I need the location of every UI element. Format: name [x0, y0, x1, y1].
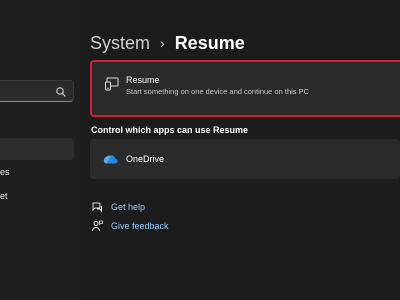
give-feedback-link[interactable]: Give feedback	[91, 219, 169, 233]
get-help-link[interactable]: Get help	[91, 200, 145, 214]
breadcrumb-separator: ›	[160, 35, 165, 51]
get-help-label[interactable]: Get help	[111, 202, 145, 212]
resume-devices-icon	[105, 77, 119, 91]
app-name: OneDrive	[126, 154, 165, 164]
onedrive-cloud-icon	[103, 155, 118, 164]
sidebar-item-partial-1[interactable]: es	[0, 167, 10, 177]
search-input[interactable]	[0, 80, 74, 102]
give-feedback-label[interactable]: Give feedback	[111, 221, 169, 231]
breadcrumb: System › Resume	[90, 32, 245, 54]
resume-setting-description: Start something on one device and contin…	[126, 87, 310, 96]
resume-setting-title: Resume	[126, 75, 160, 85]
page-title: Resume	[174, 32, 245, 53]
apps-section-heading: Control which apps can use Resume	[91, 125, 249, 135]
search-icon	[56, 87, 66, 97]
sidebar-item-selected[interactable]	[0, 138, 74, 160]
help-chat-icon	[92, 202, 102, 213]
feedback-person-icon	[92, 220, 103, 232]
sidebar-item-partial-2[interactable]: et	[0, 191, 8, 201]
breadcrumb-parent[interactable]: System	[90, 33, 150, 54]
